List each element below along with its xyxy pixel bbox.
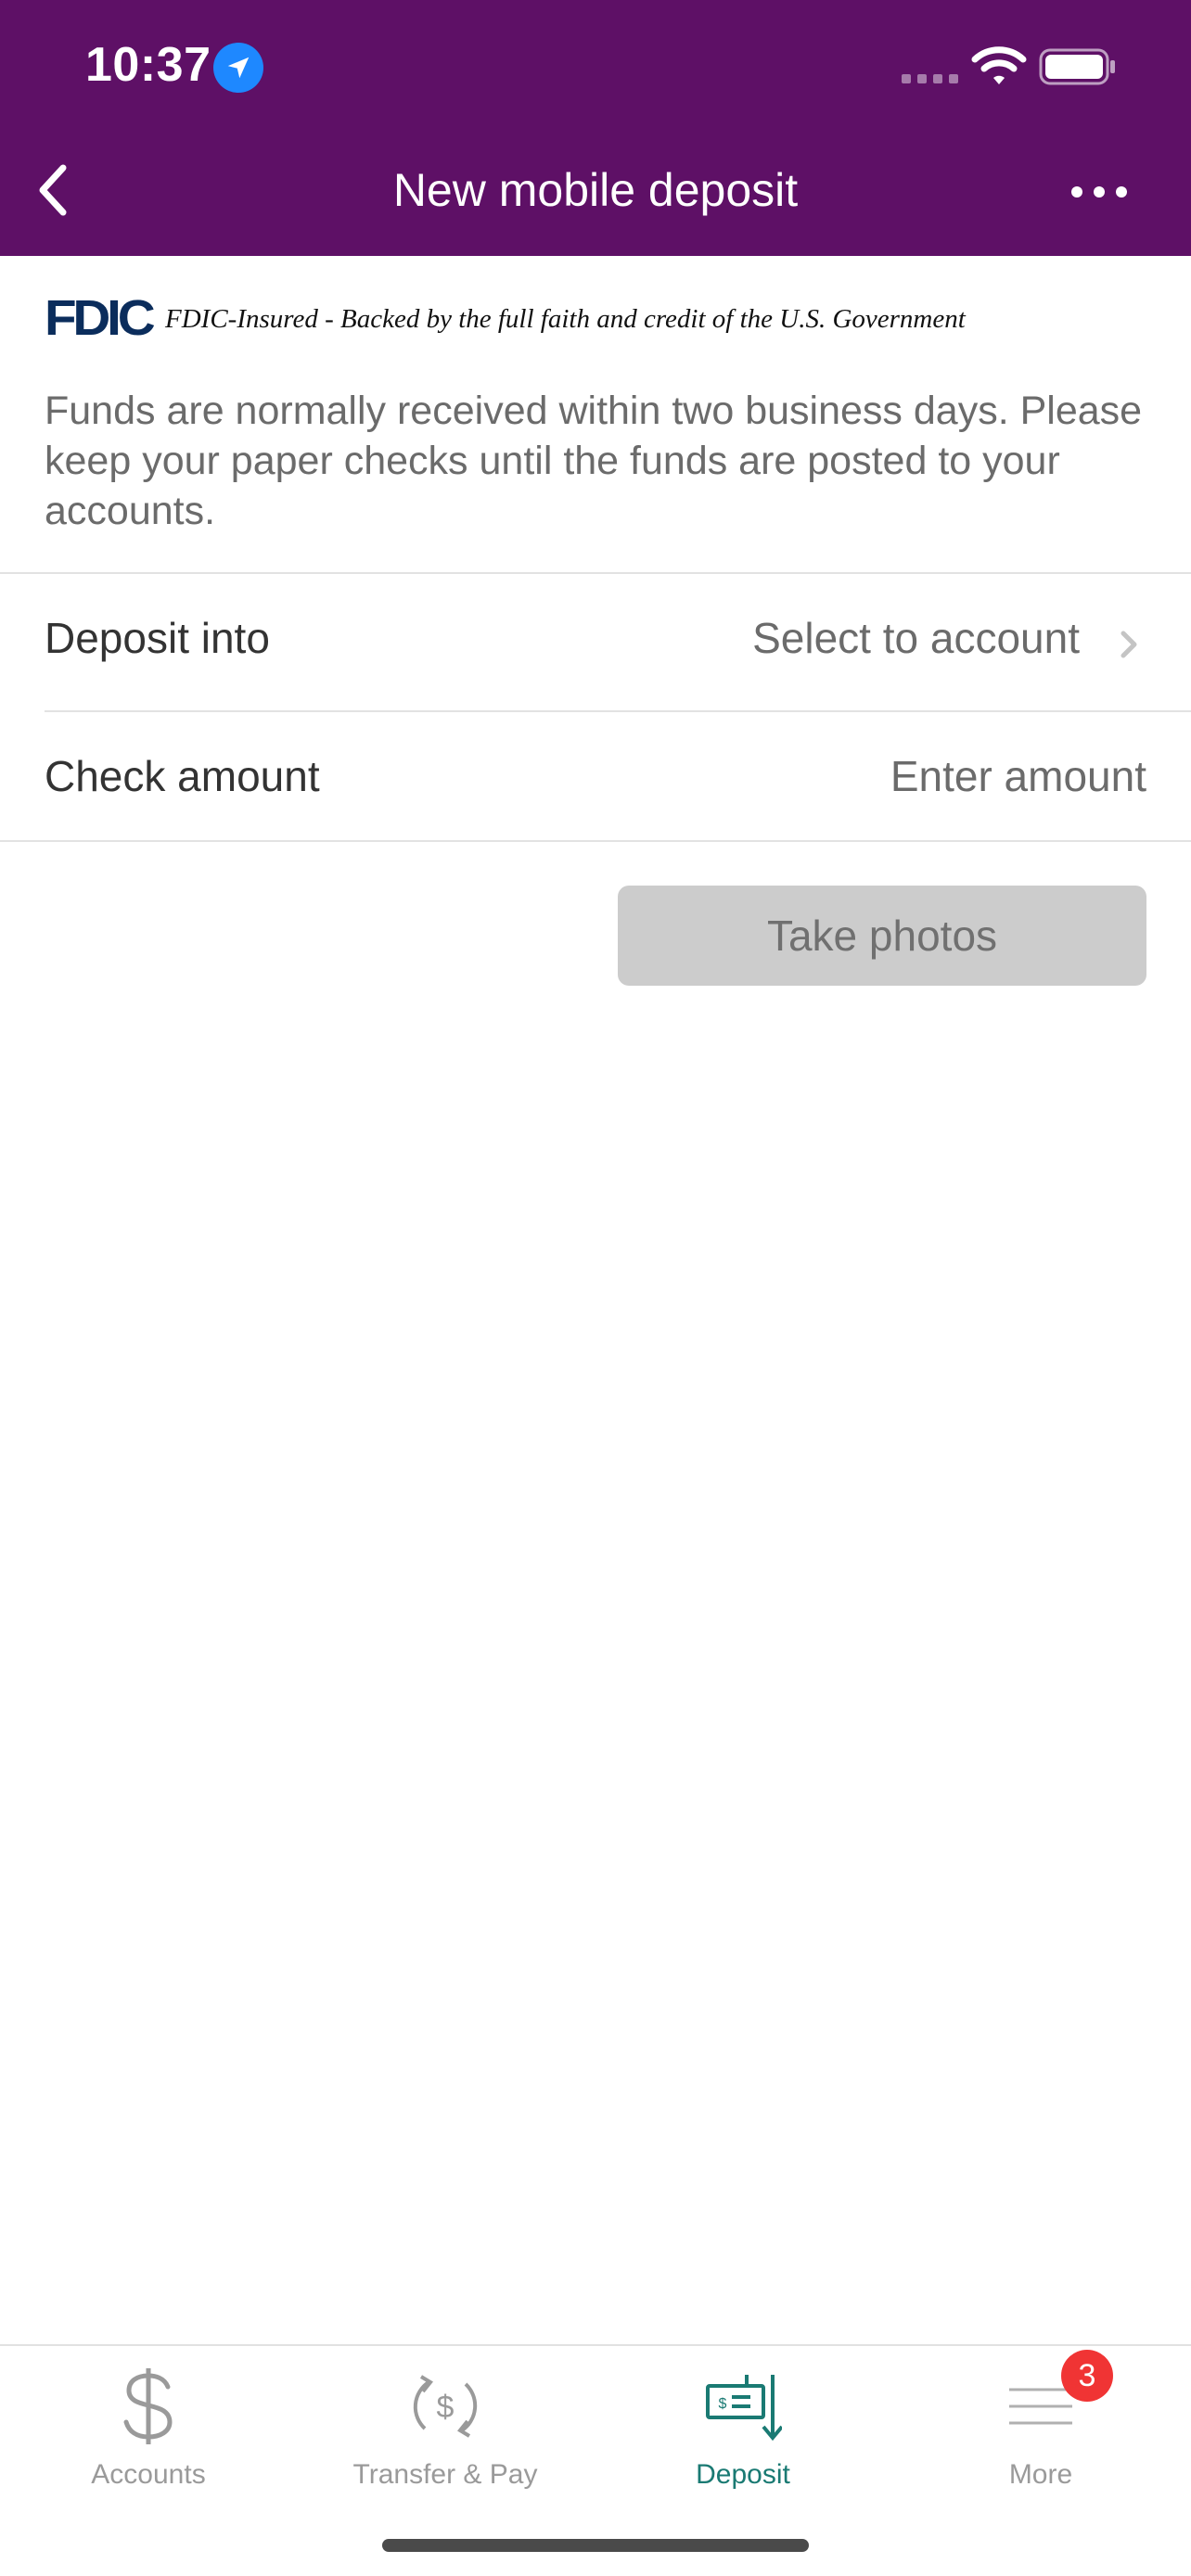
page-title: New mobile deposit bbox=[392, 164, 799, 216]
check-amount-row[interactable]: Check amount Enter amount bbox=[0, 712, 1191, 840]
tab-label: Transfer & Pay bbox=[352, 2459, 538, 2490]
fdic-banner: FDIC FDIC-Insured - Backed by the full f… bbox=[45, 290, 966, 346]
chevron-right-icon bbox=[1115, 626, 1143, 663]
divider bbox=[0, 840, 1191, 842]
svg-text:$: $ bbox=[719, 2396, 727, 2412]
location-arrow-icon bbox=[213, 43, 263, 93]
check-amount-input[interactable]: Enter amount bbox=[890, 751, 1146, 801]
svg-text:$: $ bbox=[437, 2390, 455, 2425]
transfer-pay-icon: $ bbox=[403, 2365, 487, 2448]
deposit-into-label: Deposit into bbox=[45, 614, 270, 662]
tab-label: Deposit bbox=[696, 2459, 790, 2490]
cellular-signal-icon bbox=[902, 74, 959, 83]
deposit-into-value: Select to account bbox=[752, 614, 1080, 662]
tab-label: More bbox=[1008, 2459, 1073, 2490]
wifi-icon bbox=[971, 45, 1027, 87]
funds-notice: Funds are normally received within two b… bbox=[45, 389, 1143, 533]
take-photos-button[interactable]: Take photos bbox=[618, 886, 1146, 986]
deposit-into-row[interactable]: Deposit into Select to account bbox=[0, 574, 1191, 710]
tab-label: Accounts bbox=[91, 2459, 206, 2490]
notification-badge: 3 bbox=[1061, 2350, 1113, 2402]
fdic-disclaimer: FDIC-Insured - Backed by the full faith … bbox=[165, 304, 966, 334]
check-amount-label: Check amount bbox=[45, 752, 320, 800]
tab-deposit[interactable]: $ Deposit bbox=[595, 2346, 891, 2513]
status-time: 10:37 bbox=[85, 38, 211, 92]
tab-transfer-pay[interactable]: $ Transfer & Pay bbox=[297, 2346, 594, 2513]
dollar-icon bbox=[107, 2365, 190, 2448]
tab-accounts[interactable]: Accounts bbox=[0, 2346, 297, 2513]
app-header: 10:37 New mobile deposit bbox=[0, 0, 1191, 256]
more-options-icon[interactable] bbox=[1057, 167, 1141, 217]
home-indicator bbox=[382, 2539, 809, 2552]
fdic-logo: FDIC bbox=[45, 290, 156, 346]
check-deposit-icon: $ bbox=[701, 2365, 785, 2448]
battery-icon bbox=[1039, 46, 1117, 87]
tab-more[interactable]: More bbox=[892, 2346, 1189, 2513]
